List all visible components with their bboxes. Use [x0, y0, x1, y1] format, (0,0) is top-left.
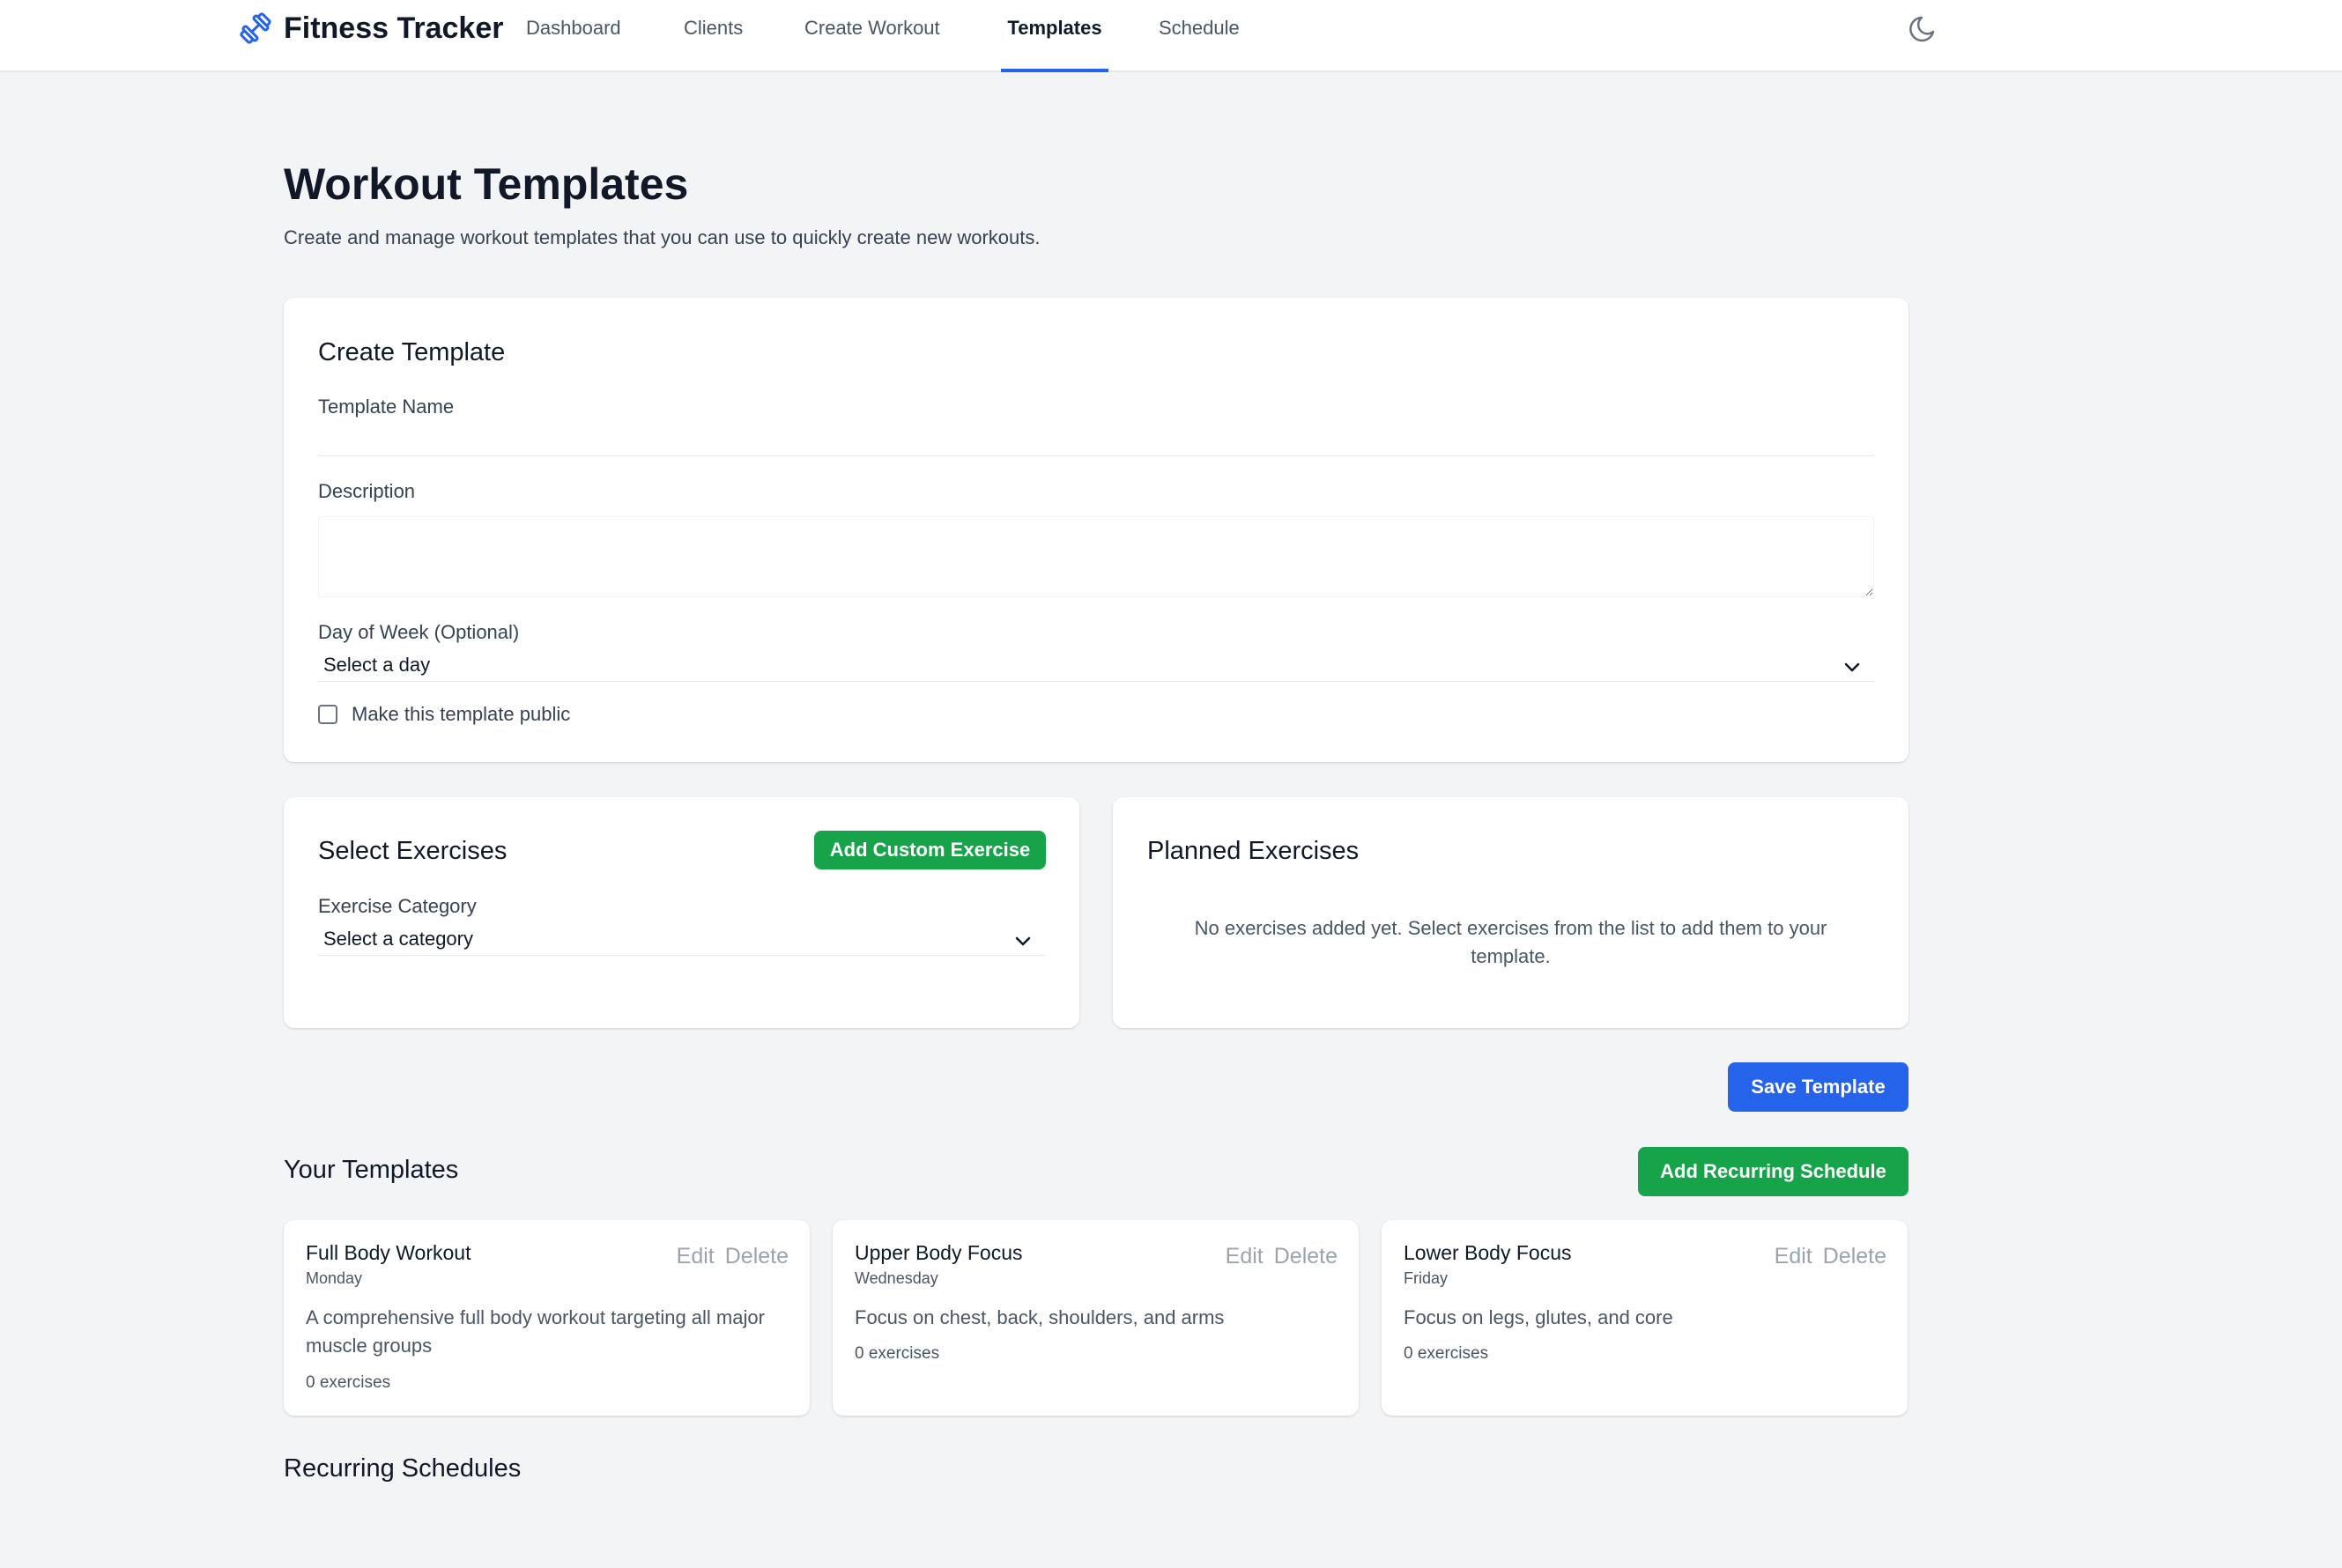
nav-schedule[interactable]: Schedule — [1159, 0, 1240, 72]
add-recurring-schedule-button[interactable]: Add Recurring Schedule — [1638, 1147, 1908, 1196]
template-name-input[interactable] — [318, 421, 1874, 456]
brand[interactable]: Fitness Tracker — [238, 9, 503, 48]
create-template-title: Create Template — [318, 338, 506, 366]
page-subtitle: Create and manage workout templates that… — [284, 226, 1041, 248]
template-exercise-count: 0 exercises — [1404, 1344, 1489, 1363]
template-card[interactable]: Upper Body Focus Wednesday Edit Delete F… — [833, 1220, 1359, 1416]
exercise-category-selected: Select a category — [323, 928, 473, 950]
select-exercises-title: Select Exercises — [318, 837, 508, 865]
template-description: Focus on chest, back, shoulders, and arm… — [855, 1306, 1225, 1328]
template-description: A comprehensive full body workout target… — [306, 1306, 765, 1357]
delete-template-button[interactable]: Delete — [1274, 1244, 1338, 1269]
exercise-category-label: Exercise Category — [318, 895, 477, 917]
description-label: Description — [318, 480, 416, 502]
edit-template-button[interactable]: Edit — [1226, 1244, 1264, 1269]
nav-clients[interactable]: Clients — [684, 0, 743, 72]
dumbbell-icon — [240, 12, 271, 44]
chevron-down-icon — [1015, 936, 1031, 946]
template-name: Lower Body Focus — [1404, 1241, 1572, 1264]
public-checkbox[interactable] — [318, 705, 337, 724]
exercise-category-select[interactable]: Select a category — [318, 924, 1045, 956]
template-card[interactable]: Full Body Workout Monday Edit Delete A c… — [284, 1220, 810, 1416]
top-navbar: Fitness Tracker Dashboard Clients Create… — [0, 0, 2342, 72]
edit-template-button[interactable]: Edit — [1775, 1244, 1812, 1269]
day-of-week-selected: Select a day — [323, 654, 431, 676]
template-exercise-count: 0 exercises — [306, 1373, 391, 1392]
save-template-button[interactable]: Save Template — [1728, 1062, 1908, 1112]
planned-exercises-title: Planned Exercises — [1147, 837, 1360, 865]
description-textarea[interactable] — [318, 516, 1874, 597]
template-name: Full Body Workout — [306, 1241, 471, 1264]
empty-exercises-text: No exercises added yet. Select exercises… — [1194, 917, 1827, 967]
nav-create-workout[interactable]: Create Workout — [804, 0, 940, 72]
app-title: Fitness Tracker — [284, 11, 504, 45]
recurring-schedules-title: Recurring Schedules — [284, 1454, 522, 1483]
nav-dashboard[interactable]: Dashboard — [526, 0, 621, 72]
planned-exercises-card: Planned Exercises No exercises added yet… — [1113, 797, 1908, 1028]
template-name: Upper Body Focus — [855, 1241, 1023, 1264]
select-exercises-card: Select Exercises Add Custom Exercise Exe… — [284, 797, 1079, 1028]
delete-template-button[interactable]: Delete — [1823, 1244, 1886, 1269]
moon-icon[interactable] — [1907, 11, 1942, 46]
delete-template-button[interactable]: Delete — [725, 1244, 789, 1269]
template-name-label: Template Name — [318, 396, 455, 418]
template-exercise-count: 0 exercises — [855, 1344, 940, 1363]
day-of-week-select[interactable]: Select a day — [318, 650, 1874, 682]
template-card[interactable]: Lower Body Focus Friday Edit Delete Focu… — [1382, 1220, 1908, 1416]
nav-templates[interactable]: Templates — [1001, 0, 1108, 72]
template-day: Monday — [306, 1269, 363, 1287]
template-description: Focus on legs, glutes, and core — [1404, 1306, 1673, 1328]
template-day: Friday — [1404, 1269, 1449, 1287]
add-custom-exercise-button[interactable]: Add Custom Exercise — [814, 831, 1046, 869]
your-templates-title: Your Templates — [284, 1156, 459, 1184]
day-of-week-label: Day of Week (Optional) — [318, 621, 520, 643]
template-day: Wednesday — [855, 1269, 938, 1287]
page-title: Workout Templates — [284, 159, 689, 209]
public-checkbox-label[interactable]: Make this template public — [352, 703, 570, 726]
create-template-card: Create Template Template Name Descriptio… — [284, 298, 1908, 762]
edit-template-button[interactable]: Edit — [677, 1244, 715, 1269]
chevron-down-icon — [1844, 662, 1860, 672]
